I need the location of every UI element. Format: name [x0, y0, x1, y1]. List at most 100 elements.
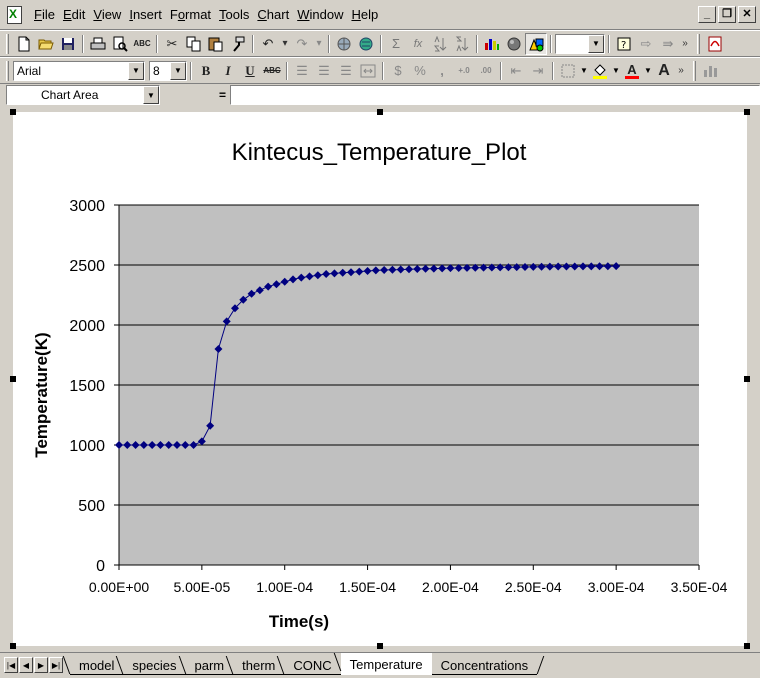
- strikethrough-button[interactable]: ABC: [261, 60, 283, 82]
- merge-center-icon[interactable]: [357, 60, 379, 82]
- undo-dropdown-icon[interactable]: ▾: [279, 38, 291, 49]
- align-center-icon[interactable]: ☰: [313, 60, 335, 82]
- chart-area[interactable]: Kintecus_Temperature_Plot 0 500 1000 1500 200…: [13, 112, 747, 646]
- resize-handle-top-left[interactable]: [10, 109, 16, 115]
- menu-chart[interactable]: Chart: [253, 0, 293, 30]
- print-icon[interactable]: [87, 33, 109, 55]
- borders-dropdown-icon[interactable]: ▼: [579, 66, 589, 75]
- percent-button[interactable]: %: [409, 60, 431, 82]
- align-left-icon[interactable]: ☰: [291, 60, 313, 82]
- copy-icon[interactable]: [183, 33, 205, 55]
- resize-handle-bottom[interactable]: [377, 643, 383, 649]
- resize-handle-left[interactable]: [10, 376, 16, 382]
- forward-arrow-icon[interactable]: ⇨: [635, 33, 657, 55]
- resize-handle-bottom-right[interactable]: [744, 643, 750, 649]
- resize-handle-bottom-left[interactable]: [10, 643, 16, 649]
- resize-handle-right[interactable]: [744, 376, 750, 382]
- map-globe-icon[interactable]: [503, 33, 525, 55]
- toolbar-grip[interactable]: [6, 60, 9, 81]
- underline-button[interactable]: U: [239, 60, 261, 82]
- chevron-down-icon[interactable]: ▼: [128, 61, 144, 80]
- font-color-dropdown-icon[interactable]: ▼: [643, 66, 653, 75]
- name-box[interactable]: Chart Area ▼: [6, 85, 160, 105]
- menu-format[interactable]: Format: [166, 0, 215, 30]
- currency-button[interactable]: $: [387, 60, 409, 82]
- next-sheet-icon[interactable]: ▶: [34, 657, 48, 673]
- fill-color-dropdown-icon[interactable]: ▼: [611, 66, 621, 75]
- bold-button[interactable]: B: [195, 60, 217, 82]
- menu-window[interactable]: Window: [293, 0, 347, 30]
- decrease-indent-icon[interactable]: ⇤: [505, 60, 527, 82]
- chart-title[interactable]: Kintecus_Temperature_Plot: [232, 139, 527, 166]
- autosum-icon[interactable]: Σ: [385, 33, 407, 55]
- menu-file[interactable]: File: [30, 0, 59, 30]
- sort-ascending-icon[interactable]: [429, 33, 451, 55]
- prev-sheet-icon[interactable]: ◀: [19, 657, 33, 673]
- comma-button[interactable]: ,: [431, 60, 453, 82]
- cut-scissors-icon[interactable]: ✂: [161, 33, 183, 55]
- format-painter-icon[interactable]: [227, 33, 249, 55]
- web-toolbar-globe-icon[interactable]: [355, 33, 377, 55]
- undo-icon[interactable]: ↶: [257, 33, 279, 55]
- chevron-down-icon[interactable]: ▼: [588, 34, 604, 53]
- font-name-select[interactable]: Arial ▼: [13, 60, 145, 81]
- menu-edit[interactable]: Edit: [59, 0, 89, 30]
- restore-button[interactable]: ❐: [718, 6, 736, 23]
- open-folder-icon[interactable]: [35, 33, 57, 55]
- last-sheet-icon[interactable]: ▶|: [49, 657, 63, 673]
- tab-model[interactable]: model: [70, 656, 124, 675]
- toolbar-grip[interactable]: [6, 33, 9, 54]
- pdf-convert-icon[interactable]: [704, 33, 726, 55]
- sort-descending-icon[interactable]: [451, 33, 473, 55]
- resize-handle-top[interactable]: [377, 109, 383, 115]
- menu-insert[interactable]: Insert: [125, 0, 166, 30]
- spelling-icon[interactable]: ABC: [131, 33, 153, 55]
- decrease-decimal-icon[interactable]: .00: [475, 60, 497, 82]
- first-sheet-icon[interactable]: |◀: [4, 657, 18, 673]
- font-color-button[interactable]: A: [621, 60, 643, 82]
- close-button[interactable]: ✕: [738, 6, 756, 23]
- chevron-down-icon[interactable]: ▼: [143, 86, 159, 104]
- italic-button[interactable]: I: [217, 60, 239, 82]
- borders-icon[interactable]: [557, 60, 579, 82]
- resize-handle-top-right[interactable]: [744, 109, 750, 115]
- increase-decimal-icon[interactable]: +.0: [453, 60, 475, 82]
- redo-icon[interactable]: ↷: [291, 33, 313, 55]
- chevron-down-icon[interactable]: ▼: [170, 61, 186, 80]
- menu-view[interactable]: View: [89, 0, 125, 30]
- workbook-icon[interactable]: X: [4, 4, 26, 26]
- menu-tools[interactable]: Tools: [215, 0, 253, 30]
- save-disk-icon[interactable]: [57, 33, 79, 55]
- y-axis-title[interactable]: Temperature(K): [32, 332, 51, 457]
- tab-therm[interactable]: therm: [233, 656, 285, 675]
- toolbar-more-icon[interactable]: ⇛: [657, 33, 679, 55]
- toolbar-overflow-icon[interactable]: »: [675, 65, 687, 76]
- formula-equals-button[interactable]: =: [164, 85, 230, 105]
- formula-input[interactable]: [230, 85, 760, 105]
- align-right-icon[interactable]: ☰: [335, 60, 357, 82]
- hyperlink-globe-icon[interactable]: [333, 33, 355, 55]
- fill-color-bucket-icon[interactable]: [589, 60, 611, 82]
- redo-dropdown-icon[interactable]: ▾: [313, 38, 325, 49]
- grow-font-button[interactable]: A: [653, 60, 675, 82]
- tab-temperature[interactable]: Temperature: [340, 653, 432, 675]
- increase-indent-icon[interactable]: ⇥: [527, 60, 549, 82]
- office-assistant-icon[interactable]: ?: [613, 33, 635, 55]
- menu-bar: X File Edit View Insert Format Tools Cha…: [0, 0, 760, 30]
- tab-species[interactable]: species: [123, 656, 186, 675]
- new-icon[interactable]: [13, 33, 35, 55]
- tab-conc[interactable]: CONC: [284, 656, 341, 675]
- paste-clipboard-icon[interactable]: [205, 33, 227, 55]
- tab-concentrations[interactable]: Concentrations: [431, 656, 538, 675]
- menu-help[interactable]: Help: [347, 0, 382, 30]
- chart-type-icon[interactable]: [700, 60, 722, 82]
- minimize-button[interactable]: _: [698, 6, 716, 23]
- x-axis-title[interactable]: Time(s): [269, 612, 329, 631]
- drawing-toggle-icon[interactable]: [525, 32, 547, 55]
- chart-wizard-icon[interactable]: [481, 33, 503, 55]
- toolbar-overflow-icon[interactable]: »: [679, 38, 691, 49]
- function-icon[interactable]: fx: [407, 33, 429, 55]
- print-preview-icon[interactable]: [109, 33, 131, 55]
- zoom-select[interactable]: ▼: [555, 33, 605, 54]
- font-size-select[interactable]: 8 ▼: [149, 60, 187, 81]
